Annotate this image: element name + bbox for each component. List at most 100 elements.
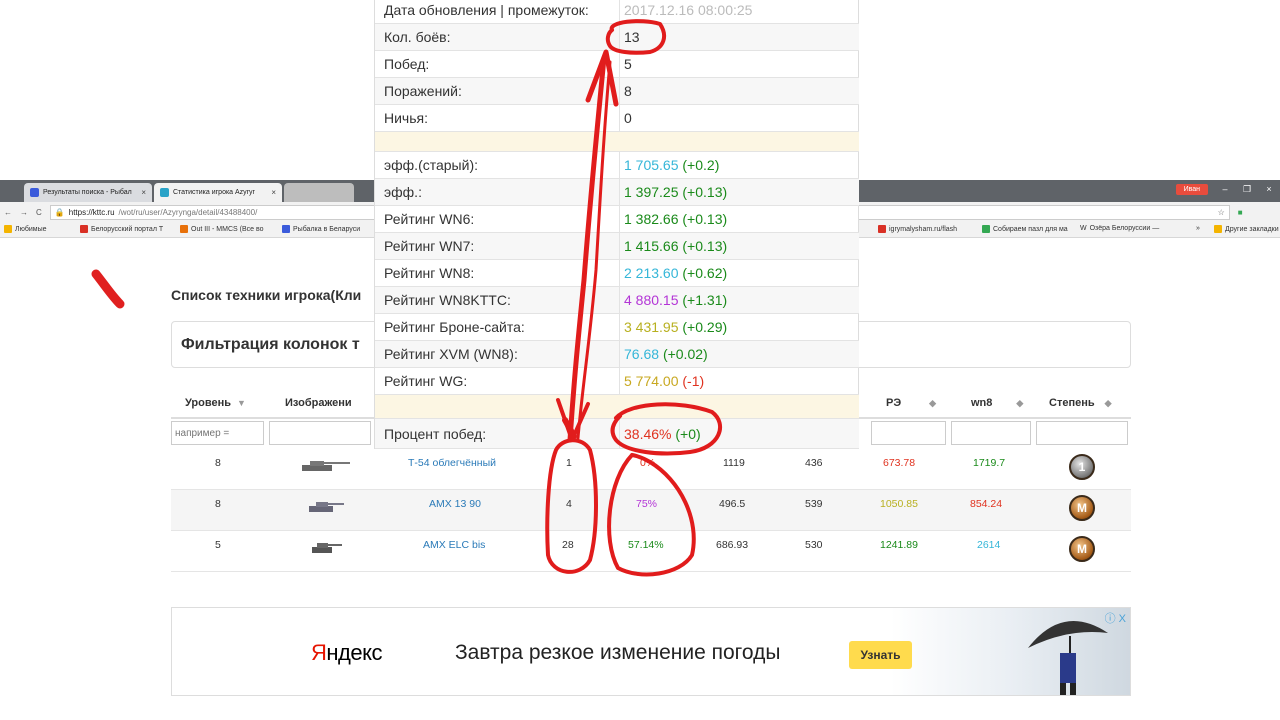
stat-row-xvm: Рейтинг XVM (WN8): 76.68 (+0.02) <box>375 341 859 368</box>
cell-winrate: 57.14% <box>628 539 664 551</box>
sort-icon: ◆ <box>1104 398 1112 408</box>
level-filter-input[interactable] <box>171 421 264 445</box>
sort-icon: ◆ <box>1016 398 1024 408</box>
bookmarks-overflow-button[interactable]: » <box>1196 225 1200 232</box>
cell-wn8: 854.24 <box>970 498 1003 510</box>
cell-stat: 436 <box>805 457 823 469</box>
header-image[interactable]: Изображени <box>285 397 352 409</box>
ad-close-button[interactable]: ⓘ X <box>1105 610 1126 626</box>
bookmark-other[interactable]: Другие закладки <box>1214 225 1279 233</box>
ad-text: Завтра резкое изменение погоды <box>455 641 781 664</box>
maximize-button[interactable]: ❐ <box>1236 184 1258 195</box>
url-path: /wot/ru/user/Azyrynga/detail/43488400/ <box>118 207 258 217</box>
tab-close-icon[interactable]: × <box>271 188 276 197</box>
filter-title: Фильтрация колонок т <box>181 336 360 353</box>
mastery-badge-icon: M <box>1069 536 1095 562</box>
re-filter-input[interactable] <box>871 421 946 445</box>
header-re[interactable]: РЭ ◆ <box>886 397 936 409</box>
stat-row-eff: эфф.: 1 397.25 (+0.13) <box>375 179 859 206</box>
tab-player-stats[interactable]: Статистика игрока Azyryr × <box>154 183 282 202</box>
mastery-badge-icon: 1 <box>1069 454 1095 480</box>
star-icon[interactable]: ☆ <box>1218 208 1225 217</box>
tank-name-link[interactable]: AMX 13 90 <box>429 498 481 510</box>
sort-icon: ◆ <box>929 398 937 408</box>
tab-search-results[interactable]: Результаты поиска - Рыбал × <box>24 183 152 202</box>
bookmark-belarus-portal[interactable]: Белорусский портал Т <box>80 225 163 233</box>
mastery-badge-icon: M <box>1069 495 1095 521</box>
stat-row-wn8kttc: Рейтинг WN8KTTC: 4 880.15 (+1.31) <box>375 287 859 314</box>
header-level[interactable]: Уровень ▼ <box>185 397 246 409</box>
folder-icon <box>1214 225 1222 233</box>
stat-row-battles: Кол. боёв: 13 <box>375 24 859 51</box>
tank-image-icon <box>309 502 344 512</box>
stat-row-wn6: Рейтинг WN6: 1 382.66 (+0.13) <box>375 206 859 233</box>
bookmark-puzzle[interactable]: Собираем пазл для ма <box>982 225 1068 233</box>
minimize-button[interactable]: – <box>1214 184 1236 194</box>
page-title: Список техники игрока(Кли <box>171 287 362 303</box>
yandex-ad-banner[interactable]: Яндекс Завтра резкое изменение погоды Уз… <box>171 607 1131 696</box>
reload-icon[interactable]: C <box>36 208 42 217</box>
tab-favicon-icon <box>30 188 39 197</box>
stat-row-wn7: Рейтинг WN7: 1 415.66 (+0.13) <box>375 233 859 260</box>
tank-name-link[interactable]: AMX ELC bis <box>423 539 485 551</box>
cell-battles: 1 <box>566 457 572 469</box>
stat-row-losses: Поражений: 8 <box>375 78 859 105</box>
forward-arrow-icon[interactable]: → <box>20 208 28 217</box>
folder-icon <box>4 225 12 233</box>
bookmark-icon <box>982 225 990 233</box>
cell-damage: 1119 <box>723 457 745 469</box>
wn8-filter-input[interactable] <box>951 421 1031 445</box>
lock-icon: 🔒 <box>54 207 65 217</box>
profile-button[interactable]: Иван <box>1175 183 1208 195</box>
yandex-logo: Яндекс <box>311 640 382 665</box>
bookmark-favorites[interactable]: Любимые <box>4 225 47 233</box>
cell-level: 8 <box>215 498 221 510</box>
cell-damage: 496.5 <box>719 498 746 510</box>
cell-damage: 686.93 <box>716 539 749 551</box>
header-mastery[interactable]: Степень ◆ <box>1049 397 1112 409</box>
tank-name-link[interactable]: Т-54 облегчённый <box>408 457 496 469</box>
tab-label: Статистика игрока Azyryr <box>173 189 255 196</box>
tank-image-icon <box>312 543 342 553</box>
new-tab-button[interactable] <box>284 183 354 202</box>
cell-battles: 28 <box>562 539 574 551</box>
cell-re: 673.78 <box>883 457 916 469</box>
bookmark-igrymalysham[interactable]: igrymalysham.ru/flash <box>878 225 957 233</box>
mastery-filter-input[interactable] <box>1036 421 1128 445</box>
cell-stat: 539 <box>805 498 823 510</box>
bookmark-lakes[interactable]: W Озёра Белоруссии — <box>1080 225 1159 232</box>
cell-re: 1241.89 <box>880 539 918 551</box>
cell-winrate: 0% <box>640 457 656 469</box>
cell-battles: 4 <box>566 498 572 510</box>
wiki-icon: W <box>1080 225 1087 232</box>
stat-row-separator <box>375 132 859 152</box>
stat-row-eff-old: эфф.(старый): 1 705.65 (+0.2) <box>375 152 859 179</box>
table-row: 8 Т-54 облегчённый 1 0% 1119 436 673.78 … <box>171 449 1131 490</box>
tab-label: Результаты поиска - Рыбал <box>43 189 132 196</box>
sort-down-icon: ▼ <box>237 398 246 408</box>
window-controls: Иван – ❐ × <box>1175 180 1280 198</box>
tank-image-icon <box>302 461 350 471</box>
cell-winrate: 75% <box>636 498 658 510</box>
cell-level: 8 <box>215 457 221 469</box>
tab-close-icon[interactable]: × <box>141 188 146 197</box>
back-arrow-icon[interactable]: ← <box>4 208 12 217</box>
image-filter-input[interactable] <box>269 421 371 445</box>
cell-wn8: 2614 <box>977 539 1001 551</box>
close-window-button[interactable]: × <box>1258 184 1280 194</box>
bookmark-icon <box>180 225 188 233</box>
bookmark-icon <box>878 225 886 233</box>
stat-row-wn8: Рейтинг WN8: 2 213.60 (+0.62) <box>375 260 859 287</box>
cell-re: 1050.85 <box>880 498 918 510</box>
header-wn8[interactable]: wn8 ◆ <box>971 397 1023 409</box>
ad-learn-button[interactable]: Узнать <box>849 641 912 669</box>
cell-level: 5 <box>215 539 221 551</box>
stat-row-winrate: Процент побед: 38.46% (+0) <box>375 419 859 449</box>
bookmark-icon <box>282 225 290 233</box>
table-row: 8 AMX 13 90 4 75% 496.5 539 1050.85 854.… <box>171 490 1131 531</box>
bookmark-icon <box>80 225 88 233</box>
stat-row-armor-site: Рейтинг Броне-сайта: 3 431.95 (+0.29) <box>375 314 859 341</box>
extension-icon[interactable]: ■ <box>1238 208 1243 217</box>
bookmark-out-mmcs[interactable]: Out III - MMCS (Все во <box>180 225 264 233</box>
bookmark-fishing[interactable]: Рыбалка в Беларуси <box>282 225 360 233</box>
